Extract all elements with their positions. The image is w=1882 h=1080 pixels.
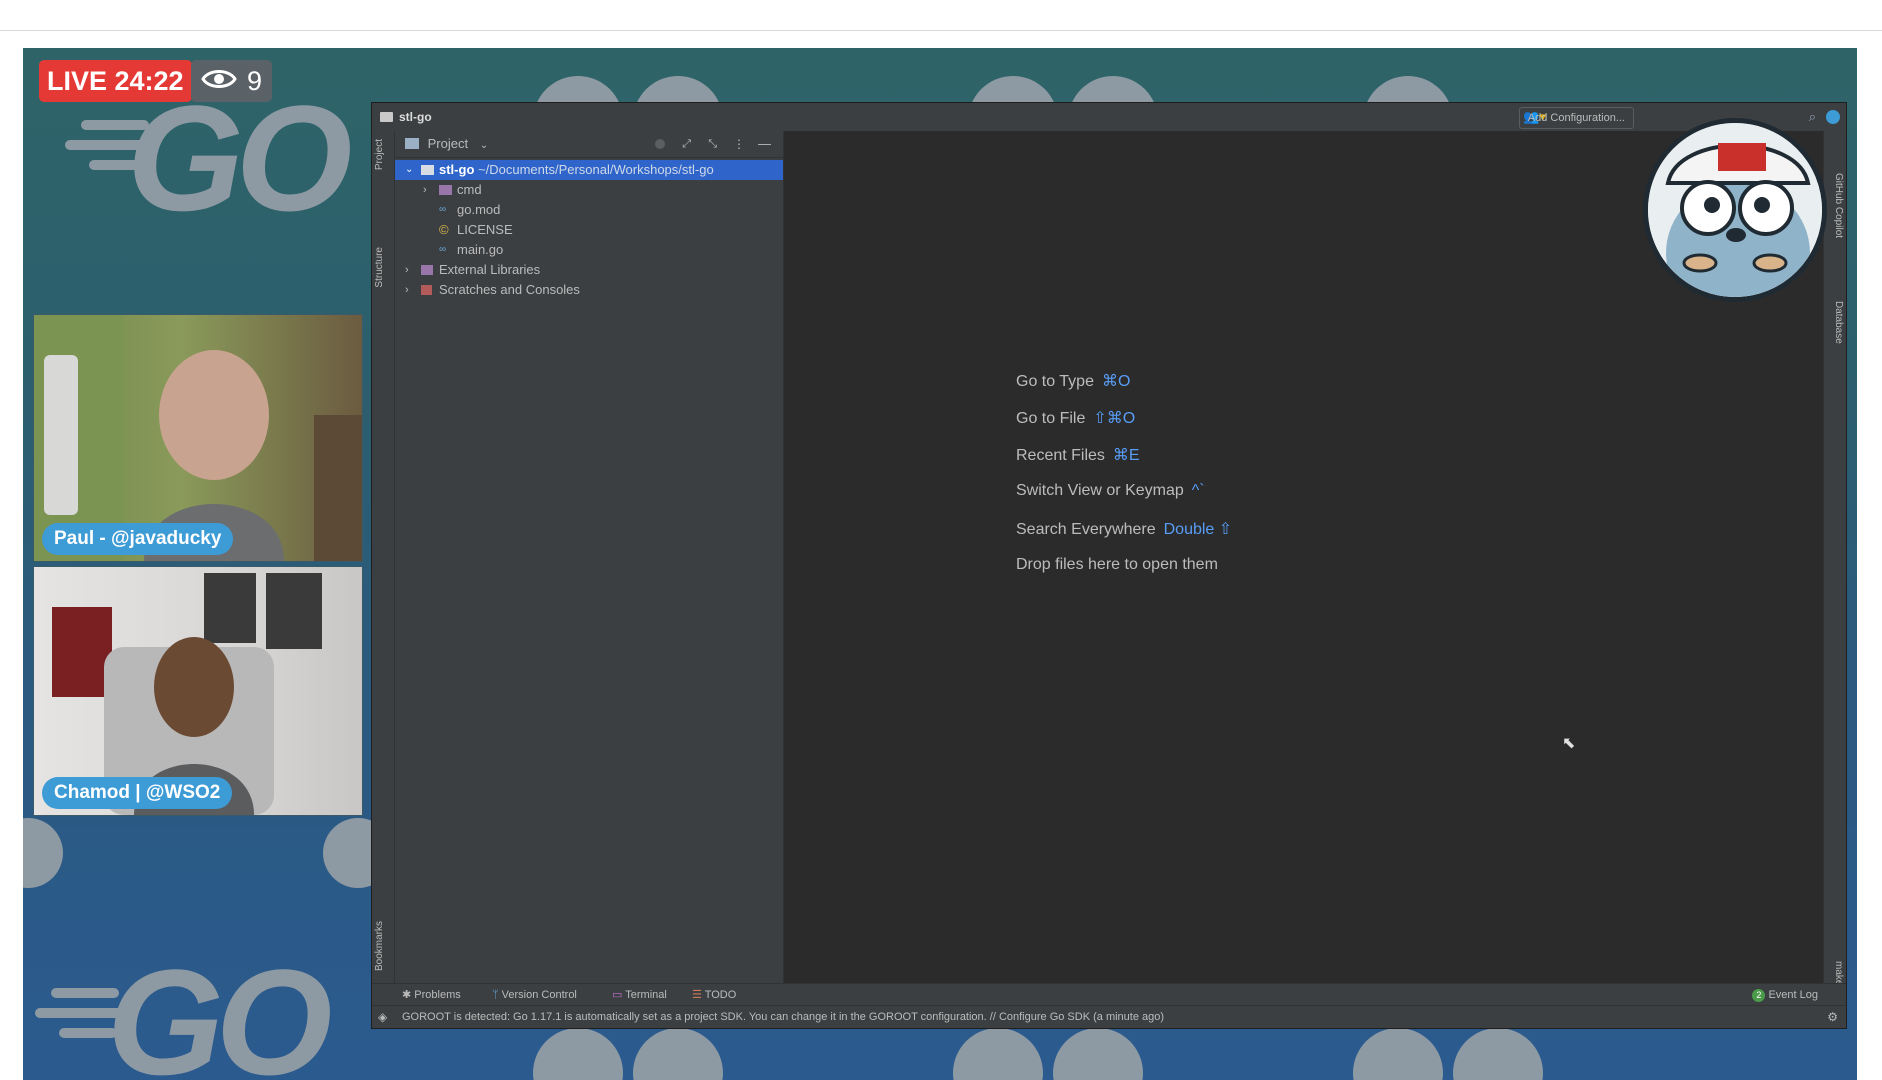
browser-top-bar [0, 0, 1882, 31]
left-tool-strip: Project Structure Bookmarks [372, 131, 395, 984]
library-icon [421, 265, 433, 275]
tree-item-label: External Libraries [439, 262, 541, 277]
hint-go-to-file[interactable]: Go to File ⇧⌘O [1016, 408, 1135, 428]
tree-root-name: stl-go [439, 162, 475, 177]
go-file-icon: ∞ [439, 204, 447, 215]
add-configuration-button[interactable]: Add Configuration... [1518, 107, 1634, 129]
ide-window: stl-go 👥▾ Add Configuration... ⌕ Project… [371, 102, 1847, 1029]
project-panel: Project ⌄ ⤢ ⤡ ⋮ — ⌄ stl-go ~/Documents/P… [395, 131, 784, 984]
update-icon[interactable] [1826, 110, 1840, 124]
mouse-cursor-icon: ⬉ [1562, 735, 1576, 752]
bg-circle [1353, 1028, 1443, 1080]
tree-root-path: ~/Documents/Personal/Workshops/stl-go [478, 162, 714, 177]
tree-file-gomod[interactable]: ∞ go.mod [395, 200, 783, 220]
tab-todo[interactable]: ☰ TODO [692, 984, 736, 1006]
status-message[interactable]: GOROOT is detected: Go 1.17.1 is automat… [402, 1006, 1164, 1028]
chevron-down-icon[interactable]: ⌄ [405, 160, 413, 180]
participant-name-tag: Chamod | @WSO2 [42, 777, 233, 809]
tab-database[interactable]: Database [1826, 301, 1844, 344]
folder-icon [421, 165, 434, 175]
bg-circle [23, 818, 63, 888]
viewer-count-value: 9 [247, 66, 263, 96]
tab-structure[interactable]: Structure [374, 247, 392, 288]
tab-make[interactable]: make [1826, 961, 1844, 985]
bg-circle [953, 1028, 1043, 1080]
gopher-mascot-overlay [1643, 118, 1827, 302]
tree-item-label: Scratches and Consoles [439, 282, 580, 297]
chevron-down-icon[interactable]: ⌄ [480, 140, 488, 151]
hint-go-to-type[interactable]: Go to Type ⌘O [1016, 371, 1130, 391]
gopher-image [1648, 123, 1822, 297]
tab-problems[interactable]: ✱ Problems [402, 984, 461, 1006]
hint-search-everywhere[interactable]: Search Everywhere Double ⇧ [1016, 519, 1232, 539]
tab-version-control[interactable]: ᛘ Version Control [492, 984, 577, 1006]
ide-title-bar: stl-go 👥▾ Add Configuration... ⌕ [372, 103, 1846, 132]
tree-file-license[interactable]: © LICENSE [395, 220, 783, 240]
project-folder-icon [405, 138, 419, 149]
participant-name-tag: Paul - @javaducky [42, 523, 234, 555]
tool-window-bar: ✱ Problems ᛘ Version Control ▭ Terminal … [372, 983, 1846, 1006]
event-log-button[interactable]: 2 Event Log [1752, 984, 1818, 1006]
license-icon: © [439, 222, 449, 237]
camera-feed-paul: Paul - @javaducky [33, 314, 363, 562]
options-icon[interactable]: ⋮ [733, 131, 745, 157]
layers-icon[interactable]: ◈ [378, 1006, 387, 1028]
search-icon[interactable]: ⌕ [1809, 103, 1816, 131]
live-stream-frame: GO GO LIVE 24:22 9 Paul - @javaducky Cha… [23, 48, 1857, 1080]
event-log-count: 2 [1752, 989, 1766, 1002]
tree-item-label: LICENSE [457, 222, 513, 237]
hint-recent-files[interactable]: Recent Files ⌘E [1016, 445, 1140, 465]
chevron-right-icon[interactable]: › [405, 280, 409, 300]
tab-project[interactable]: Project [374, 139, 392, 170]
bg-circle [633, 1028, 723, 1080]
hint-drop-files: Drop files here to open them [1016, 556, 1218, 573]
project-view-selector[interactable]: Project [428, 136, 468, 151]
tab-bookmarks[interactable]: Bookmarks [374, 921, 392, 971]
tree-root-row[interactable]: ⌄ stl-go ~/Documents/Personal/Workshops/… [395, 160, 783, 180]
chevron-right-icon[interactable]: › [405, 260, 409, 280]
go-file-icon: ∞ [439, 244, 447, 255]
eye-icon [201, 60, 237, 102]
live-badge: LIVE 24:22 [39, 60, 192, 102]
hint-switch-view[interactable]: Switch View or Keymap ^` [1016, 482, 1205, 500]
viewer-count: 9 [191, 60, 273, 102]
camera-feed-chamod: Chamod | @WSO2 [33, 566, 363, 816]
hide-panel-icon[interactable]: — [758, 131, 771, 157]
folder-icon [380, 112, 393, 122]
collapse-all-icon[interactable]: ⤡ [708, 131, 717, 157]
expand-all-icon[interactable]: ⤢ [682, 131, 691, 157]
settings-icon[interactable]: ⚙ [1827, 1006, 1838, 1028]
tree-external-libraries[interactable]: › External Libraries [395, 260, 783, 280]
bg-circle [1053, 1028, 1143, 1080]
tab-terminal[interactable]: ▭ Terminal [612, 984, 667, 1006]
project-panel-header: Project ⌄ ⤢ ⤡ ⋮ — [395, 131, 783, 158]
tab-github-copilot[interactable]: GitHub Copilot [1826, 173, 1844, 238]
tree-scratches[interactable]: › Scratches and Consoles [395, 280, 783, 300]
tree-item-label: go.mod [457, 202, 501, 217]
right-tool-strip: GitHub Copilot Database make [1823, 131, 1846, 985]
tree-folder-cmd[interactable]: › cmd [395, 180, 783, 200]
status-bar: ◈ GOROOT is detected: Go 1.17.1 is autom… [372, 1005, 1846, 1028]
locate-icon[interactable] [655, 139, 665, 149]
tree-item-label: main.go [457, 242, 504, 257]
tree-file-maingo[interactable]: ∞ main.go [395, 240, 783, 260]
project-name: stl-go [399, 110, 432, 124]
bg-circle [533, 1028, 623, 1080]
folder-icon [439, 185, 452, 195]
chevron-right-icon[interactable]: › [423, 180, 427, 200]
tree-item-label: cmd [457, 182, 482, 197]
bg-circle [1453, 1028, 1543, 1080]
scratches-icon [421, 285, 432, 295]
